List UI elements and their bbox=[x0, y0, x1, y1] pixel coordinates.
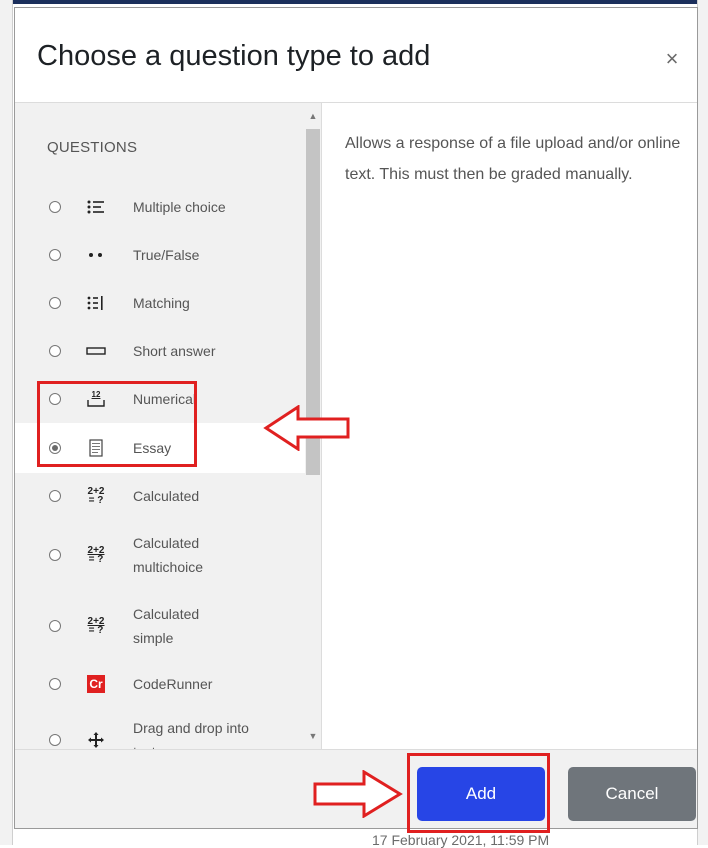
list-scrollbar-thumb[interactable] bbox=[306, 129, 320, 475]
dialog-header: Choose a question type to add × bbox=[15, 8, 697, 103]
radio-calculated-multichoice[interactable] bbox=[49, 549, 61, 561]
background-page-right bbox=[697, 0, 708, 845]
calculated-simple-icon: 2+2 = ? bbox=[85, 615, 107, 637]
coderunner-badge: Cr bbox=[87, 675, 105, 693]
calc-bottom: = ? bbox=[88, 495, 104, 506]
option-label: Numerical bbox=[133, 391, 197, 407]
cancel-button[interactable]: Cancel bbox=[568, 767, 696, 821]
option-essay[interactable]: Essay bbox=[15, 423, 305, 473]
option-calculated-simple[interactable]: 2+2 = ? Calculated simple bbox=[15, 591, 305, 661]
two-dots-icon bbox=[85, 244, 107, 266]
list-icon bbox=[85, 196, 107, 218]
page-top-bar bbox=[0, 0, 708, 4]
option-coderunner[interactable]: Cr CodeRunner bbox=[15, 661, 305, 707]
option-drag-drop-text[interactable]: Drag and drop into text bbox=[15, 707, 305, 749]
numerical-icon: 12 bbox=[85, 388, 107, 410]
option-label: Drag and drop into text bbox=[133, 720, 249, 749]
radio-coderunner[interactable] bbox=[49, 678, 61, 690]
coderunner-icon: Cr bbox=[85, 673, 107, 695]
radio-true-false[interactable] bbox=[49, 249, 61, 261]
dialog-footer: Add Cancel bbox=[15, 749, 697, 828]
essay-icon bbox=[85, 437, 107, 459]
calculated-icon: 2+2 = ? bbox=[85, 485, 107, 507]
short-answer-icon bbox=[85, 340, 107, 362]
option-label: Calculated bbox=[133, 488, 200, 504]
question-type-description: Allows a response of a file upload and/o… bbox=[345, 135, 681, 183]
radio-drag-drop-text[interactable] bbox=[49, 734, 61, 746]
background-date-text: 17 February 2021, 11:59 PM bbox=[372, 832, 550, 848]
question-type-list: QUESTIONS Multiple choice True/False Mat… bbox=[15, 103, 321, 749]
radio-short-answer[interactable] bbox=[49, 345, 61, 357]
option-numerical[interactable]: 12 Numerical bbox=[15, 375, 305, 423]
option-multiple-choice[interactable]: Multiple choice bbox=[15, 183, 305, 231]
radio-calculated-simple[interactable] bbox=[49, 620, 61, 632]
scroll-up-arrow-icon[interactable]: ▲ bbox=[307, 111, 319, 121]
pane-divider bbox=[321, 103, 322, 749]
calculated-multichoice-icon: 2+2 = ? bbox=[85, 544, 107, 566]
radio-matching[interactable] bbox=[49, 297, 61, 309]
calc-bottom: = ? bbox=[88, 554, 104, 565]
dialog-title: Choose a question type to add bbox=[37, 40, 431, 72]
option-label: True/False bbox=[133, 247, 200, 263]
question-type-dialog: Choose a question type to add × QUESTION… bbox=[14, 7, 698, 829]
add-button[interactable]: Add bbox=[417, 767, 545, 821]
radio-numerical[interactable] bbox=[49, 393, 61, 405]
option-label: Calculated simple bbox=[133, 606, 200, 646]
radio-calculated[interactable] bbox=[49, 490, 61, 502]
option-matching[interactable]: Matching bbox=[15, 279, 305, 327]
option-label: Essay bbox=[133, 440, 172, 456]
calc-bottom: = ? bbox=[88, 625, 104, 636]
option-label: Multiple choice bbox=[133, 199, 226, 215]
option-true-false[interactable]: True/False bbox=[15, 231, 305, 279]
option-calculated[interactable]: 2+2 = ? Calculated bbox=[15, 473, 305, 519]
scroll-down-arrow-icon[interactable]: ▼ bbox=[307, 731, 319, 741]
numerical-icon-text: 12 bbox=[91, 390, 101, 399]
option-label: Calculated multichoice bbox=[133, 535, 204, 575]
section-label-questions: QUESTIONS bbox=[47, 139, 138, 156]
option-label: Matching bbox=[133, 295, 190, 311]
option-label: Short answer bbox=[133, 343, 216, 359]
radio-multiple-choice[interactable] bbox=[49, 201, 61, 213]
move-icon bbox=[85, 729, 107, 749]
option-label: CodeRunner bbox=[133, 676, 213, 692]
matching-icon bbox=[85, 292, 107, 314]
option-short-answer[interactable]: Short answer bbox=[15, 327, 305, 375]
close-icon[interactable]: × bbox=[659, 46, 685, 72]
option-calculated-multichoice[interactable]: 2+2 = ? Calculated multichoice bbox=[15, 519, 305, 591]
background-page-left bbox=[0, 0, 13, 845]
radio-essay[interactable] bbox=[49, 442, 61, 454]
